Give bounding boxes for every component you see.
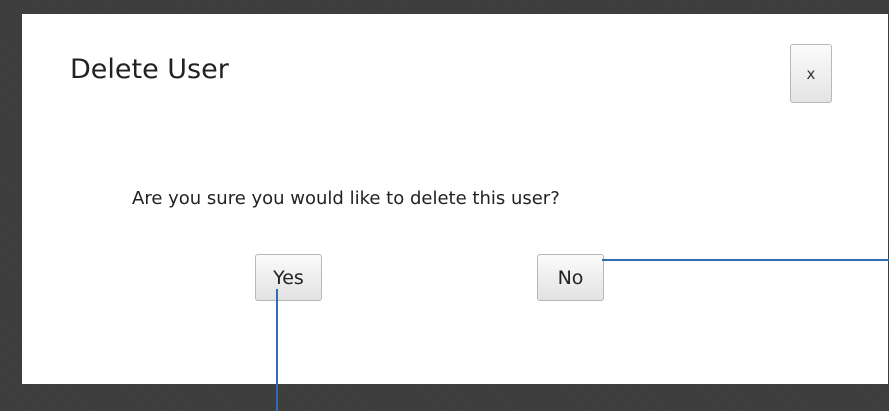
annotation-lines [276, 259, 889, 411]
backdrop: Delete User x Are you sure you would lik… [0, 0, 889, 411]
